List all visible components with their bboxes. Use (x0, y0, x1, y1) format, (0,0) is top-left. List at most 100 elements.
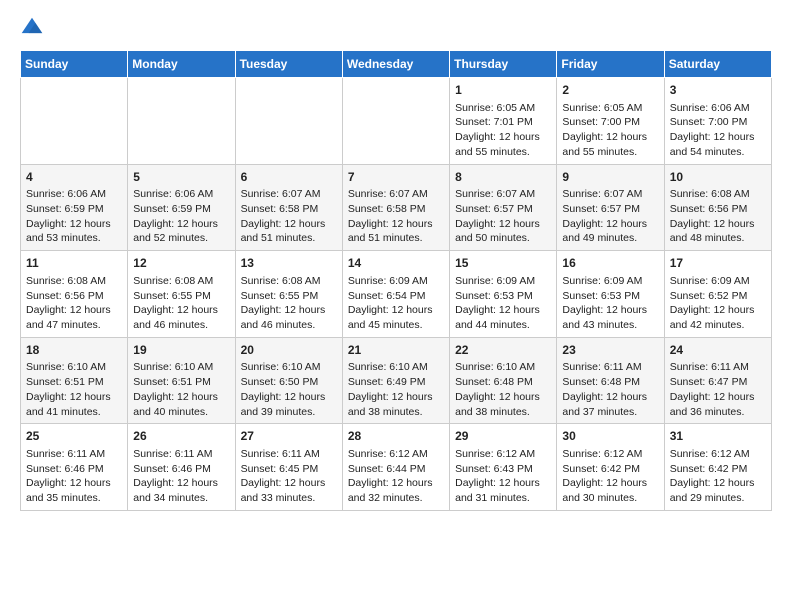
day-info: Sunset: 6:56 PM (26, 289, 122, 304)
day-info: Sunrise: 6:08 AM (670, 187, 766, 202)
day-number: 3 (670, 82, 766, 99)
day-info: Daylight: 12 hours (562, 390, 658, 405)
day-info: and 32 minutes. (348, 491, 444, 506)
day-number: 24 (670, 342, 766, 359)
calendar-cell (342, 78, 449, 165)
day-info: Daylight: 12 hours (26, 303, 122, 318)
calendar-day-header: Wednesday (342, 51, 449, 78)
day-info: Daylight: 12 hours (562, 303, 658, 318)
day-info: Sunset: 7:01 PM (455, 115, 551, 130)
day-info: Sunset: 6:47 PM (670, 375, 766, 390)
calendar-cell: 3Sunrise: 6:06 AMSunset: 7:00 PMDaylight… (664, 78, 771, 165)
day-info: and 45 minutes. (348, 318, 444, 333)
calendar-week-row: 18Sunrise: 6:10 AMSunset: 6:51 PMDayligh… (21, 337, 772, 424)
day-info: Sunrise: 6:11 AM (670, 360, 766, 375)
day-number: 23 (562, 342, 658, 359)
day-number: 29 (455, 428, 551, 445)
day-info: Sunset: 6:52 PM (670, 289, 766, 304)
day-info: and 38 minutes. (455, 405, 551, 420)
day-info: Sunset: 6:50 PM (241, 375, 337, 390)
day-info: Sunset: 6:59 PM (133, 202, 229, 217)
calendar-cell: 30Sunrise: 6:12 AMSunset: 6:42 PMDayligh… (557, 424, 664, 511)
day-info: and 29 minutes. (670, 491, 766, 506)
day-info: Sunrise: 6:11 AM (241, 447, 337, 462)
calendar-day-header: Friday (557, 51, 664, 78)
day-info: and 40 minutes. (133, 405, 229, 420)
day-info: Sunset: 7:00 PM (670, 115, 766, 130)
day-number: 9 (562, 169, 658, 186)
day-number: 21 (348, 342, 444, 359)
calendar-cell: 9Sunrise: 6:07 AMSunset: 6:57 PMDaylight… (557, 164, 664, 251)
day-info: Daylight: 12 hours (348, 303, 444, 318)
day-number: 19 (133, 342, 229, 359)
day-info: and 54 minutes. (670, 145, 766, 160)
day-info: and 41 minutes. (26, 405, 122, 420)
calendar-week-row: 11Sunrise: 6:08 AMSunset: 6:56 PMDayligh… (21, 251, 772, 338)
day-info: Daylight: 12 hours (670, 390, 766, 405)
day-info: Sunset: 6:53 PM (455, 289, 551, 304)
day-info: Sunset: 6:48 PM (562, 375, 658, 390)
day-info: and 55 minutes. (562, 145, 658, 160)
day-info: Sunrise: 6:12 AM (348, 447, 444, 462)
calendar-day-header: Tuesday (235, 51, 342, 78)
day-number: 27 (241, 428, 337, 445)
day-info: and 52 minutes. (133, 231, 229, 246)
calendar-cell: 2Sunrise: 6:05 AMSunset: 7:00 PMDaylight… (557, 78, 664, 165)
day-info: Daylight: 12 hours (133, 476, 229, 491)
day-info: Daylight: 12 hours (562, 476, 658, 491)
day-info: and 31 minutes. (455, 491, 551, 506)
day-info: Sunrise: 6:11 AM (26, 447, 122, 462)
calendar-cell: 10Sunrise: 6:08 AMSunset: 6:56 PMDayligh… (664, 164, 771, 251)
day-info: Daylight: 12 hours (455, 130, 551, 145)
day-info: Sunrise: 6:07 AM (562, 187, 658, 202)
calendar-cell: 8Sunrise: 6:07 AMSunset: 6:57 PMDaylight… (450, 164, 557, 251)
day-info: Daylight: 12 hours (670, 130, 766, 145)
calendar-cell: 1Sunrise: 6:05 AMSunset: 7:01 PMDaylight… (450, 78, 557, 165)
day-info: Sunrise: 6:09 AM (348, 274, 444, 289)
day-info: Daylight: 12 hours (241, 476, 337, 491)
day-info: Daylight: 12 hours (562, 217, 658, 232)
day-info: Sunrise: 6:05 AM (562, 101, 658, 116)
day-info: and 38 minutes. (348, 405, 444, 420)
calendar-week-row: 1Sunrise: 6:05 AMSunset: 7:01 PMDaylight… (21, 78, 772, 165)
day-info: Sunset: 6:56 PM (670, 202, 766, 217)
day-info: and 44 minutes. (455, 318, 551, 333)
day-info: Sunset: 6:48 PM (455, 375, 551, 390)
day-info: and 51 minutes. (348, 231, 444, 246)
day-info: Daylight: 12 hours (133, 217, 229, 232)
day-info: Sunset: 6:42 PM (670, 462, 766, 477)
day-number: 31 (670, 428, 766, 445)
calendar-day-header: Saturday (664, 51, 771, 78)
day-number: 10 (670, 169, 766, 186)
day-info: Sunset: 6:59 PM (26, 202, 122, 217)
day-info: and 46 minutes. (133, 318, 229, 333)
day-number: 11 (26, 255, 122, 272)
day-info: and 48 minutes. (670, 231, 766, 246)
day-info: Daylight: 12 hours (26, 476, 122, 491)
day-info: Sunset: 6:44 PM (348, 462, 444, 477)
calendar-cell: 14Sunrise: 6:09 AMSunset: 6:54 PMDayligh… (342, 251, 449, 338)
day-info: Daylight: 12 hours (348, 390, 444, 405)
day-info: Daylight: 12 hours (455, 476, 551, 491)
day-number: 18 (26, 342, 122, 359)
day-info: Sunrise: 6:06 AM (26, 187, 122, 202)
day-info: and 51 minutes. (241, 231, 337, 246)
day-info: Sunrise: 6:05 AM (455, 101, 551, 116)
day-info: Sunrise: 6:12 AM (670, 447, 766, 462)
day-number: 20 (241, 342, 337, 359)
day-number: 4 (26, 169, 122, 186)
day-info: Sunrise: 6:11 AM (133, 447, 229, 462)
day-number: 30 (562, 428, 658, 445)
day-info: Sunrise: 6:12 AM (455, 447, 551, 462)
calendar-cell: 29Sunrise: 6:12 AMSunset: 6:43 PMDayligh… (450, 424, 557, 511)
calendar-day-header: Thursday (450, 51, 557, 78)
day-info: Daylight: 12 hours (562, 130, 658, 145)
calendar-cell: 17Sunrise: 6:09 AMSunset: 6:52 PMDayligh… (664, 251, 771, 338)
day-info: Sunset: 6:51 PM (26, 375, 122, 390)
day-info: Daylight: 12 hours (26, 217, 122, 232)
day-info: Daylight: 12 hours (241, 303, 337, 318)
day-info: Daylight: 12 hours (455, 217, 551, 232)
day-info: Sunrise: 6:08 AM (26, 274, 122, 289)
day-info: Sunset: 6:55 PM (241, 289, 337, 304)
day-number: 25 (26, 428, 122, 445)
